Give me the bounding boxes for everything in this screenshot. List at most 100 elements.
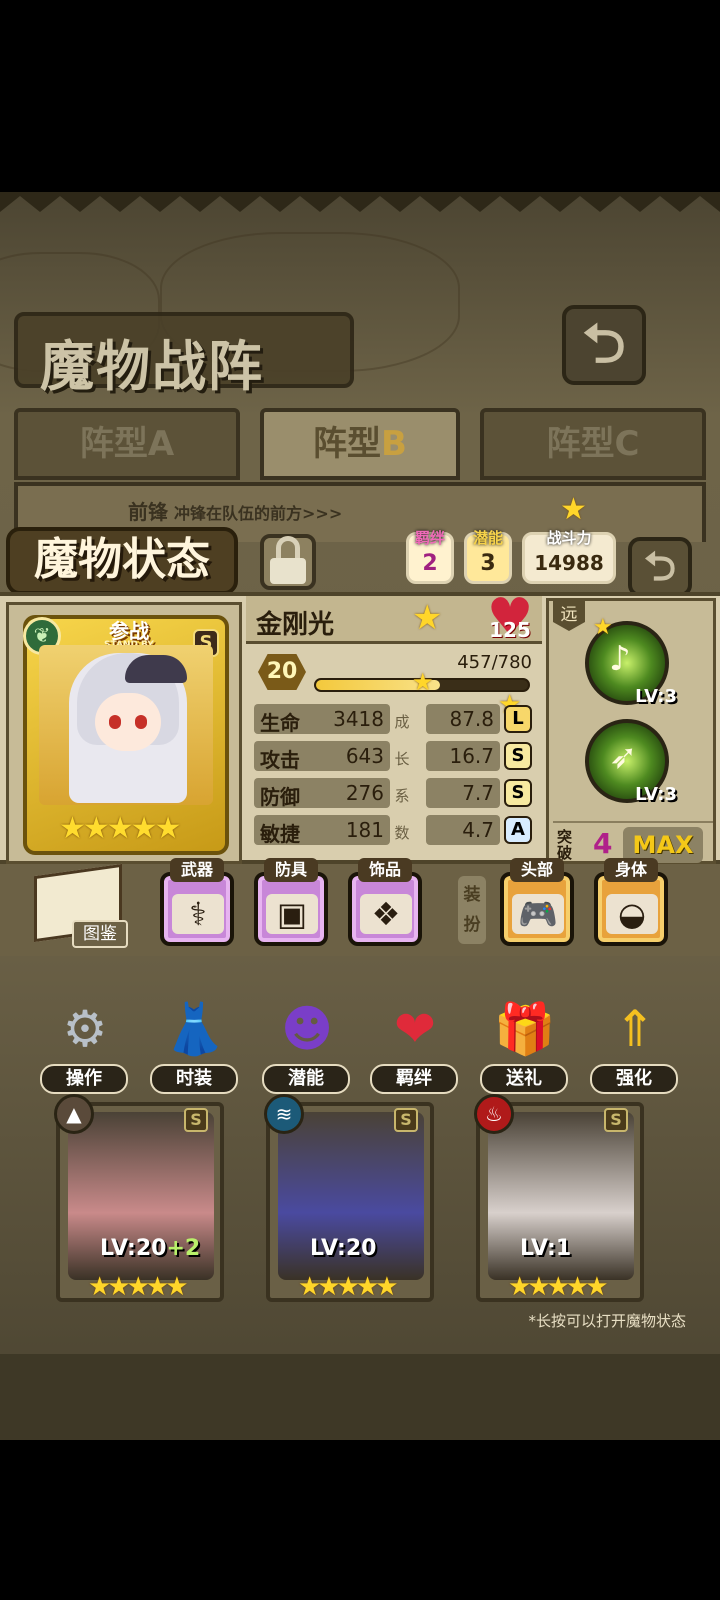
rank-badge: S: [394, 1108, 418, 1132]
growth-value: 87.8: [449, 707, 494, 731]
breakthrough-label: 突破: [557, 828, 573, 862]
page-title: 魔物战阵: [14, 312, 354, 398]
tab-formation-b[interactable]: 阵型B: [260, 408, 460, 480]
action-menu: ⚙ 操作 👗 时装 ☻ 潜能 ❤ 羁绊 🎁 送礼 ⇑ 强化: [0, 992, 720, 1102]
tab-label: 阵型: [546, 424, 615, 464]
status-bar-area: [0, 0, 720, 192]
team-stars: ★★★★★: [88, 1272, 189, 1302]
bond-value: 2: [422, 551, 438, 576]
lock-icon: [276, 536, 300, 560]
navigation-bar-area: [0, 1440, 720, 1600]
stat-label: 防御: [260, 785, 300, 809]
card-art-bg: [39, 645, 213, 805]
affection-heart-icon: ♥ 125: [482, 592, 538, 644]
affection-value: 125: [489, 618, 531, 642]
stat-label: 敏捷: [260, 822, 300, 846]
stat-value: 181: [345, 818, 384, 842]
tab-letter: C: [614, 424, 640, 464]
menu-label: 时装: [150, 1064, 238, 1094]
tablet-icon: ❖: [360, 894, 412, 934]
team-monster-card[interactable]: ≋ S LV:20 ★★★★★: [264, 1094, 434, 1302]
standby-label: 参战STAND BY: [81, 615, 177, 650]
breakthrough-value: 4: [593, 827, 613, 860]
menu-fashion-button[interactable]: 👗 时装: [150, 992, 238, 1094]
hearts-icon: ❤: [394, 1000, 436, 1058]
tab-formation-a[interactable]: 阵型A: [14, 408, 240, 480]
dress-up-label: 装扮: [458, 876, 486, 944]
tab-formation-c[interactable]: 阵型C: [480, 408, 706, 480]
tab-label: 阵型: [313, 424, 382, 464]
stat-box: 敏捷 181: [254, 815, 390, 846]
team-monster-card[interactable]: ♨ S LV:1 ★★★★★: [474, 1094, 644, 1302]
star-icon: ★: [593, 615, 613, 640]
gift-icon: 🎁: [493, 1000, 557, 1058]
lock-body: [270, 558, 306, 584]
exp-text: 457/780: [457, 652, 532, 673]
monster-card[interactable]: 参战STAND BY ❦ S ★★★★★: [6, 602, 242, 864]
level-bonus: +2: [166, 1236, 201, 1261]
slot-label: 武器: [170, 858, 224, 882]
growth-box: 87.8: [426, 704, 500, 734]
growth-char: 系: [394, 787, 410, 805]
team-level: LV:1: [520, 1236, 571, 1261]
arrows-icon: ➶: [609, 737, 638, 777]
grade-badge: S: [504, 779, 532, 807]
footer-area: [0, 1354, 720, 1440]
element-icon: ≋: [264, 1094, 304, 1134]
gear-icon: ⚙: [62, 1000, 108, 1058]
stat-box: 防御 276: [254, 778, 390, 809]
vanguard-desc: 冲锋在队伍的前方>>>: [174, 504, 343, 523]
head-slot[interactable]: 头部 🎮: [500, 858, 574, 946]
armor-slot[interactable]: 防具 ▣: [254, 858, 328, 946]
growth-value: 16.7: [449, 744, 494, 768]
star-icon: ★: [412, 598, 443, 638]
team-level: LV:20+2: [100, 1236, 200, 1261]
grade-badge: S: [504, 742, 532, 770]
potential-value: 3: [480, 551, 496, 576]
back-arrow-icon: ⮌: [582, 312, 626, 375]
slot-label: 饰品: [358, 858, 412, 882]
team-monster-card[interactable]: ▲ S LV:20+2 ★★★★★: [54, 1094, 224, 1302]
portrait-hat: [125, 655, 187, 683]
growth-value: 7.7: [462, 781, 494, 805]
menu-operate-button[interactable]: ⚙ 操作: [40, 992, 128, 1094]
gamepad-icon: 🎮: [512, 894, 564, 934]
menu-gift-button[interactable]: 🎁 送礼: [480, 992, 568, 1094]
skill-arrow-button[interactable]: ➶ LV:3: [585, 719, 677, 805]
slot-label: 头部: [510, 858, 564, 882]
level-text: LV:20: [310, 1236, 377, 1261]
team-stars: ★★★★★: [508, 1272, 609, 1302]
card-stars: ★★★★★: [59, 811, 181, 846]
lock-button[interactable]: [260, 534, 316, 590]
monster-name: 金刚光: [256, 610, 335, 640]
stat-label: 生命: [260, 711, 300, 735]
devil-icon: ☻: [280, 1000, 334, 1058]
accessory-slot[interactable]: 饰品 ❖: [348, 858, 422, 946]
upgrade-arrows-icon: ⇑: [614, 1000, 656, 1058]
back-arrow-icon: ⮌: [643, 544, 677, 590]
menu-label: 操作: [40, 1064, 128, 1094]
formation-tabs: 阵型A 阵型B 阵型C: [14, 408, 706, 484]
level-text: LV:1: [520, 1236, 572, 1261]
close-status-button[interactable]: ⮌: [628, 537, 692, 597]
stat-label: 攻击: [260, 748, 300, 772]
menu-bond-button[interactable]: ❤ 羁绊: [370, 992, 458, 1094]
growth-coefficient-label: 成 长 系 数: [392, 704, 412, 852]
combat-power-value: 14988: [534, 551, 604, 575]
body-slot[interactable]: 身体 ◒: [594, 858, 668, 946]
staff-icon: ⚕: [172, 894, 224, 934]
range-badge: 远: [553, 601, 585, 631]
menu-enhance-button[interactable]: ⇑ 强化: [590, 992, 678, 1094]
growth-box: 16.7: [426, 741, 500, 771]
weapon-slot[interactable]: 武器 ⚕: [160, 858, 234, 946]
encyclopedia-button[interactable]: 图鉴: [28, 863, 128, 954]
level-text: LV:20: [100, 1236, 167, 1261]
stat-box: 攻击 643: [254, 741, 390, 772]
menu-potential-button[interactable]: ☻ 潜能: [262, 992, 350, 1094]
harp-icon: ♪: [609, 639, 631, 679]
team-level: LV:20: [310, 1236, 376, 1261]
back-button[interactable]: ⮌: [562, 305, 646, 385]
menu-label: 强化: [590, 1064, 678, 1094]
name-bar: 金刚光 ★ ♥ 125: [246, 592, 542, 644]
portrait-face: [95, 693, 161, 751]
